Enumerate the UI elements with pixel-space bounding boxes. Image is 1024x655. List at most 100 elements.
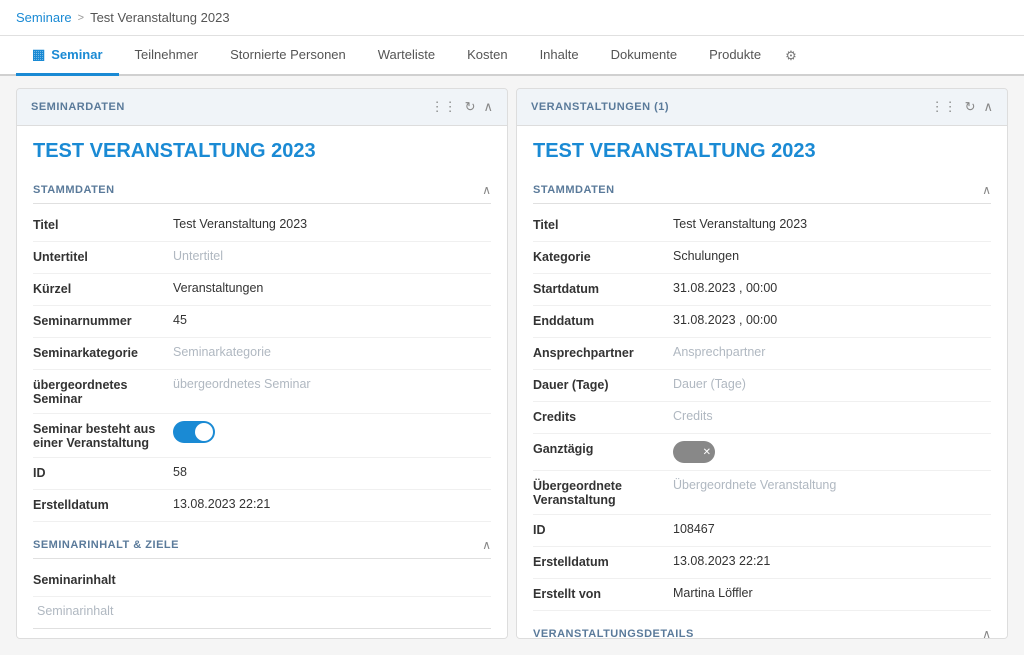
tab-warteliste[interactable]: Warteliste (362, 37, 451, 75)
tab-produkte-label: Produkte (709, 47, 761, 62)
field-label-seminarnummer: Seminarnummer (33, 313, 173, 328)
tab-seminar[interactable]: ▦ Seminar (16, 36, 119, 76)
field-row-seminarziele: Seminarziele (33, 629, 491, 639)
main-content: SEMINARDATEN ⋮⋮ ↻ ∧ TEST VERANSTALTUNG 2… (0, 76, 1024, 651)
right-field-row-credits: Credits Credits (533, 402, 991, 434)
right-field-label-dauer: Dauer (Tage) (533, 377, 673, 392)
field-label-titel: Titel (33, 217, 173, 232)
right-panel-chevron-icon[interactable]: ∧ (983, 99, 993, 115)
field-value-seminarnummer: 45 (173, 313, 491, 327)
tab-gear-button[interactable]: ⚙ (777, 38, 805, 74)
field-label-seminarinhalt: Seminarinhalt (33, 572, 173, 587)
right-field-label-ganztaegig: Ganztägig (533, 441, 673, 456)
breadcrumb: Seminare > Test Veranstaltung 2023 (0, 0, 1024, 36)
left-panel-header: SEMINARDATEN ⋮⋮ ↻ ∧ (17, 89, 507, 126)
field-value-titel: Test Veranstaltung 2023 (173, 217, 491, 231)
right-field-row-erstelldatum: Erstelldatum 13.08.2023 22:21 (533, 547, 991, 579)
right-field-row-enddatum: Enddatum 31.08.2023 , 00:00 (533, 306, 991, 338)
right-panel-grid-icon[interactable]: ⋮⋮ (931, 99, 957, 115)
seminar-tab-icon: ▦ (32, 46, 45, 63)
left-panel-chevron-icon[interactable]: ∧ (483, 99, 493, 115)
ganztaegig-toggle[interactable] (673, 441, 715, 463)
right-field-value-erstelldatum: 13.08.2023 22:21 (673, 554, 991, 568)
right-stammdaten-title: STAMMDATEN (533, 184, 615, 196)
right-panel-refresh-icon[interactable]: ↻ (965, 99, 976, 115)
tab-warteliste-label: Warteliste (378, 47, 435, 62)
right-field-value-erstellt-von: Martina Löffler (673, 586, 991, 600)
right-field-label-ansprechpartner: Ansprechpartner (533, 345, 673, 360)
right-stammdaten-toggle[interactable]: ∧ (982, 183, 991, 197)
tabs-bar: ▦ Seminar Teilnehmer Stornierte Personen… (0, 36, 1024, 76)
right-field-row-ansprechpartner: Ansprechpartner Ansprechpartner (533, 338, 991, 370)
field-value-kuerzel: Veranstaltungen (173, 281, 491, 295)
right-field-value-credits: Credits (673, 409, 991, 423)
right-field-label-titel: Titel (533, 217, 673, 232)
field-label-seminarziele: Seminarziele (33, 636, 173, 639)
left-panel-refresh-icon[interactable]: ↻ (465, 99, 476, 115)
left-stammdaten-header: STAMMDATEN ∧ (33, 177, 491, 204)
field-label-uebergeordnetes: übergeordnetesSeminar (33, 377, 173, 406)
left-panel-grid-icon[interactable]: ⋮⋮ (431, 99, 457, 115)
tab-kosten[interactable]: Kosten (451, 37, 523, 75)
right-field-label-id: ID (533, 522, 673, 537)
right-field-label-credits: Credits (533, 409, 673, 424)
field-row-erstelldatum: Erstelldatum 13.08.2023 22:21 (33, 490, 491, 522)
field-value-besteht-aus (173, 421, 491, 446)
tab-teilnehmer-label: Teilnehmer (135, 47, 199, 62)
tab-seminar-label: Seminar (51, 47, 102, 62)
right-field-label-enddatum: Enddatum (533, 313, 673, 328)
right-field-row-titel: Titel Test Veranstaltung 2023 (533, 210, 991, 242)
left-seminarinhalt-section: SEMINARINHALT & ZIELE ∧ Seminarinhalt Se… (33, 532, 491, 639)
right-field-row-erstellt-von: Erstellt von Martina Löffler (533, 579, 991, 611)
right-field-value-uebergeordnete: Übergeordnete Veranstaltung (673, 478, 991, 492)
field-row-titel: Titel Test Veranstaltung 2023 (33, 210, 491, 242)
field-row-untertitel: Untertitel Untertitel (33, 242, 491, 274)
field-value-seminarinhalt: Seminarinhalt (33, 604, 491, 618)
field-value-uebergeordnetes: übergeordnetes Seminar (173, 377, 491, 391)
right-veranstaltungsdetails-section: VERANSTALTUNGSDETAILS ∧ (533, 621, 991, 639)
right-field-row-startdatum: Startdatum 31.08.2023 , 00:00 (533, 274, 991, 306)
left-panel-main-title: TEST VERANSTALTUNG 2023 (33, 140, 491, 163)
left-seminarinhalt-header: SEMINARINHALT & ZIELE ∧ (33, 532, 491, 559)
left-panel-title: SEMINARDATEN (31, 101, 125, 113)
field-row-seminarinhalt-label: Seminarinhalt (33, 565, 491, 597)
right-field-row-id: ID 108467 (533, 515, 991, 547)
left-panel: SEMINARDATEN ⋮⋮ ↻ ∧ TEST VERANSTALTUNG 2… (16, 88, 508, 639)
right-veranstaltungsdetails-toggle[interactable]: ∧ (982, 627, 991, 639)
tab-teilnehmer[interactable]: Teilnehmer (119, 37, 215, 75)
right-field-row-dauer: Dauer (Tage) Dauer (Tage) (533, 370, 991, 402)
right-field-row-kategorie: Kategorie Schulungen (533, 242, 991, 274)
field-label-seminarkategorie: Seminarkategorie (33, 345, 173, 360)
tab-produkte[interactable]: Produkte (693, 37, 777, 75)
right-veranstaltungsdetails-header: VERANSTALTUNGSDETAILS ∧ (533, 621, 991, 639)
tab-inhalte[interactable]: Inhalte (524, 37, 595, 75)
field-row-uebergeordnetes: übergeordnetesSeminar übergeordnetes Sem… (33, 370, 491, 414)
right-panel-actions: ⋮⋮ ↻ ∧ (931, 99, 993, 115)
field-label-erstelldatum: Erstelldatum (33, 497, 173, 512)
left-stammdaten-toggle[interactable]: ∧ (482, 183, 491, 197)
right-field-label-uebergeordnete: ÜbergeordneteVeranstaltung (533, 478, 673, 507)
field-row-kuerzel: Kürzel Veranstaltungen (33, 274, 491, 306)
right-panel-title: VERANSTALTUNGEN (1) (531, 101, 669, 113)
field-row-seminarnummer: Seminarnummer 45 (33, 306, 491, 338)
tab-dokumente-label: Dokumente (611, 47, 677, 62)
right-field-label-erstellt-von: Erstellt von (533, 586, 673, 601)
right-field-row-ganztaegig: Ganztägig (533, 434, 991, 471)
left-panel-actions: ⋮⋮ ↻ ∧ (431, 99, 493, 115)
right-stammdaten-header: STAMMDATEN ∧ (533, 177, 991, 204)
right-veranstaltungsdetails-title: VERANSTALTUNGSDETAILS (533, 628, 694, 639)
field-label-besteht-aus: Seminar besteht auseiner Veranstaltung (33, 421, 173, 450)
field-value-erstelldatum: 13.08.2023 22:21 (173, 497, 491, 511)
tab-inhalte-label: Inhalte (540, 47, 579, 62)
field-row-id: ID 58 (33, 458, 491, 490)
tab-stornierte[interactable]: Stornierte Personen (214, 37, 362, 75)
left-seminarinhalt-toggle[interactable]: ∧ (482, 538, 491, 552)
breadcrumb-seminare-link[interactable]: Seminare (16, 10, 72, 25)
tab-dokumente[interactable]: Dokumente (595, 37, 693, 75)
field-value-id: 58 (173, 465, 491, 479)
tab-stornierte-label: Stornierte Personen (230, 47, 346, 62)
besteht-aus-toggle[interactable] (173, 421, 215, 443)
right-field-value-ganztaegig (673, 441, 991, 463)
right-panel-body: TEST VERANSTALTUNG 2023 STAMMDATEN ∧ Tit… (517, 126, 1007, 639)
right-field-value-ansprechpartner: Ansprechpartner (673, 345, 991, 359)
